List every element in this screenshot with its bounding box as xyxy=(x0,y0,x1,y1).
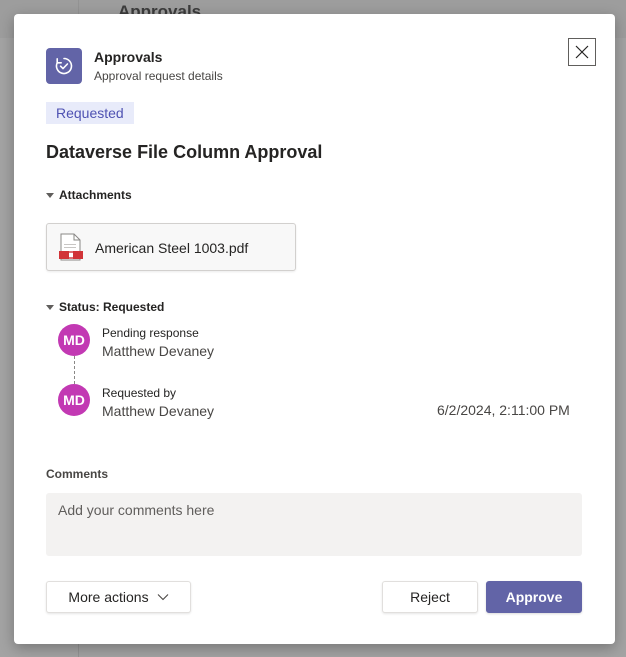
status-label: Status: Requested xyxy=(59,300,165,314)
attachment-card[interactable]: American Steel 1003.pdf xyxy=(46,223,296,271)
avatar: MD xyxy=(58,384,90,416)
chevron-down-icon xyxy=(157,594,168,601)
app-subtitle: Approval request details xyxy=(94,69,223,83)
request-title: Dataverse File Column Approval xyxy=(46,142,323,162)
comments-label: Comments xyxy=(46,467,109,481)
status-badge: Requested xyxy=(46,102,134,124)
approve-button[interactable]: Approve xyxy=(486,581,582,613)
app-name: Approvals xyxy=(94,49,163,65)
approvals-icon xyxy=(46,48,82,84)
close-icon xyxy=(575,45,589,59)
pdf-file-icon xyxy=(58,233,84,266)
avatar: MD xyxy=(58,324,90,356)
more-actions-button[interactable]: More actions xyxy=(46,581,191,613)
step-name-pending: Matthew Devaney xyxy=(102,343,215,359)
caret-down-icon xyxy=(46,192,54,198)
timeline-connector xyxy=(74,356,75,384)
status-toggle[interactable]: Status: Requested xyxy=(46,300,164,314)
approval-dialog: Approvals Approval request details Reque… xyxy=(14,14,615,644)
more-actions-label: More actions xyxy=(68,589,149,605)
close-button[interactable] xyxy=(568,38,596,66)
step-name-requested: Matthew Devaney xyxy=(102,403,215,419)
comments-input[interactable] xyxy=(46,493,582,556)
attachments-toggle[interactable]: Attachments xyxy=(46,188,132,202)
request-timestamp: 6/2/2024, 2:11:00 PM xyxy=(437,402,570,418)
reject-button[interactable]: Reject xyxy=(382,581,478,613)
attachment-file-name: American Steel 1003.pdf xyxy=(95,240,249,256)
step-label-pending: Pending response xyxy=(102,326,199,340)
caret-down-icon xyxy=(46,304,54,310)
step-label-requested: Requested by xyxy=(102,386,177,400)
attachments-label: Attachments xyxy=(59,188,132,202)
